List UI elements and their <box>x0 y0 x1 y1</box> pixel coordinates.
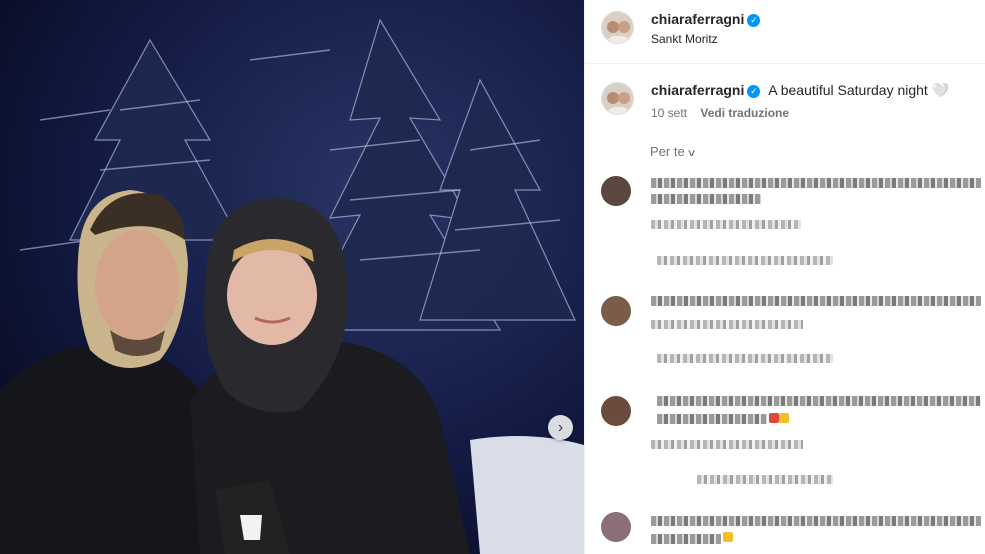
comment-text-blurred <box>651 194 761 204</box>
verified-badge-icon: ✓ <box>747 14 761 27</box>
comment-text-blurred <box>651 296 981 306</box>
comment-meta-blurred <box>651 440 803 449</box>
caption-text: A beautiful Saturday night 🤍 <box>768 82 950 98</box>
chevron-down-icon: ∨ <box>686 148 697 159</box>
comment-text-blurred <box>657 396 981 406</box>
post-caption: chiaraferragni ✓ A beautiful Saturday nig… <box>585 64 985 144</box>
verified-badge-icon: ✓ <box>747 85 761 98</box>
emoji-blurred <box>769 413 779 423</box>
caption-username[interactable]: chiaraferragni <box>651 82 744 98</box>
view-replies-blurred[interactable] <box>697 475 833 484</box>
photo-image <box>0 0 584 554</box>
commenter-avatar[interactable] <box>601 512 631 542</box>
post-sidebar: chiaraferragni ✓ Sankt Moritz chiaraferra… <box>584 0 985 554</box>
comment-text-blurred <box>657 414 767 424</box>
comment-meta-blurred <box>651 320 803 329</box>
commenter-avatar[interactable] <box>601 296 631 326</box>
comment-sort-selector[interactable]: Per te ∨ <box>650 144 697 159</box>
emoji-blurred <box>723 532 733 542</box>
comment-item <box>585 172 985 272</box>
comment-text-blurred <box>651 178 981 188</box>
emoji-blurred <box>779 413 789 423</box>
next-photo-button[interactable]: › <box>548 415 573 440</box>
chevron-right-icon: › <box>557 418 564 436</box>
author-avatar[interactable] <box>601 11 634 44</box>
commenter-avatar[interactable] <box>601 396 631 426</box>
username-text: chiaraferragni <box>651 11 745 27</box>
post-timestamp[interactable]: 10 sett <box>651 106 687 120</box>
commenter-avatar[interactable] <box>601 176 631 206</box>
view-replies-blurred[interactable] <box>657 354 833 363</box>
post-photo[interactable]: › <box>0 0 584 554</box>
sort-label: Per te <box>650 144 685 159</box>
comment-meta-blurred <box>651 220 801 229</box>
view-replies-blurred[interactable] <box>657 256 833 265</box>
comment-text-blurred <box>651 516 981 526</box>
comment-item <box>585 510 985 554</box>
see-translation-link[interactable]: Vedi traduzione <box>700 106 789 120</box>
comment-item <box>585 292 985 372</box>
post-location[interactable]: Sankt Moritz <box>651 32 718 46</box>
author-username[interactable]: chiaraferragni ✓ <box>651 11 761 27</box>
comment-text-blurred <box>651 534 721 544</box>
caption-author-avatar[interactable] <box>601 82 634 115</box>
post-header: chiaraferragni ✓ Sankt Moritz <box>585 0 985 64</box>
comment-item <box>585 392 985 492</box>
